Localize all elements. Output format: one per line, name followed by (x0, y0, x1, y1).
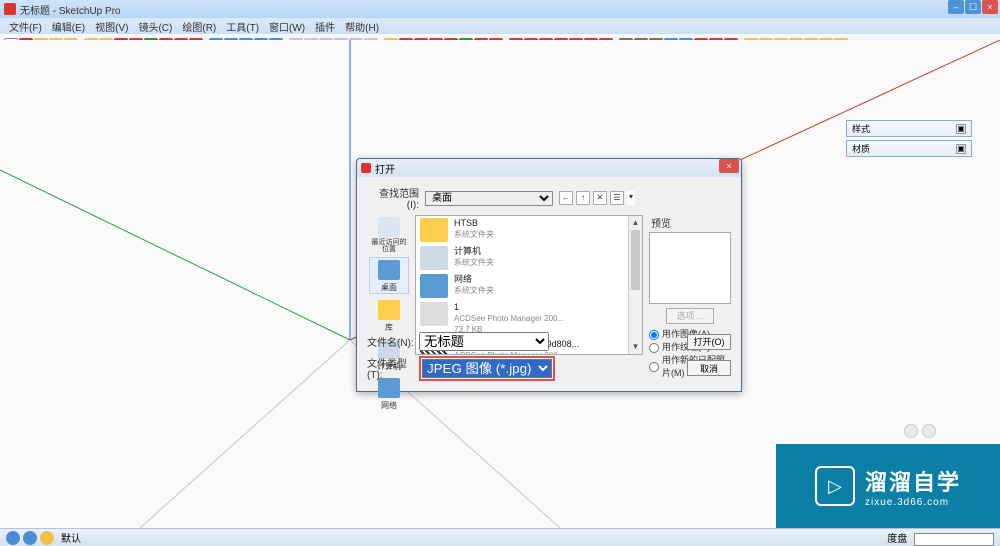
close-button[interactable]: × (982, 0, 998, 14)
filetype-label: 文件类型(T): (367, 355, 419, 381)
dialog-close-button[interactable]: × (719, 159, 739, 173)
open-button[interactable]: 打开(O) (687, 334, 731, 350)
watermark-url: zixue.3d66.com (865, 497, 961, 508)
menu-file[interactable]: 文件(F) (4, 19, 47, 34)
viewport-scroll-hint (904, 424, 944, 440)
nav-up-icon[interactable]: ↑ (576, 191, 590, 205)
panel-style-toggle-icon[interactable]: ▣ (956, 124, 966, 134)
watermark: ▷ 溜溜自学 zixue.3d66.com (776, 444, 1000, 528)
file-item: 计算机 系统文件夹 (416, 244, 642, 272)
menu-draw[interactable]: 绘图(R) (177, 19, 221, 34)
status-hint: 默认 (61, 530, 81, 545)
desktop-icon (378, 260, 400, 280)
panel-style[interactable]: 样式 ▣ (846, 120, 972, 137)
place-library[interactable]: 库 (369, 298, 409, 333)
dialog-icon (361, 163, 371, 173)
watermark-title: 溜溜自学 (865, 465, 961, 497)
status-info-icon[interactable] (6, 531, 20, 545)
nav-viewmenu-icon[interactable]: ☰ (610, 191, 624, 205)
scroll-up-icon[interactable]: ▲ (629, 216, 642, 230)
window-title: 无标题 - SketchUp Pro (20, 2, 121, 17)
menu-camera[interactable]: 镜头(C) (133, 19, 177, 34)
dialog-titlebar[interactable]: 打开 × (357, 159, 741, 177)
statusbar: 默认 度盘 (0, 528, 1000, 546)
scroll-thumb[interactable] (631, 230, 640, 290)
minimize-button[interactable]: – (948, 0, 964, 14)
measurement-label: 度盘 (887, 534, 907, 545)
preview-label: 预览 (651, 215, 731, 230)
menu-plugins[interactable]: 插件 (310, 19, 340, 34)
filename-label: 文件名(N): (367, 334, 419, 349)
filename-input[interactable]: 无标题 (419, 332, 549, 351)
nav-newfolder-icon[interactable]: ✕ (593, 191, 607, 205)
file-item: 网络 系统文件夹 (416, 272, 642, 300)
folder-icon (420, 218, 448, 242)
place-desktop[interactable]: 桌面 (369, 257, 409, 294)
file-item: HTSB 系统文件夹 (416, 216, 642, 244)
menu-view[interactable]: 视图(V) (90, 19, 133, 34)
panel-material-toggle-icon[interactable]: ▣ (956, 144, 966, 154)
status-warn-icon[interactable] (40, 531, 54, 545)
scroll-ball-icon (922, 424, 936, 438)
window-titlebar: 无标题 - SketchUp Pro – ☐ × (0, 0, 1000, 18)
cancel-button[interactable]: 取消 (687, 360, 731, 376)
lookin-label: 查找范围(I): (367, 185, 419, 211)
app-icon (4, 3, 16, 15)
place-recent[interactable]: 最近访问的位置 (369, 215, 409, 253)
filetype-highlight: JPEG 图像 (*.jpg) (419, 356, 555, 381)
scroll-ball-icon (904, 424, 918, 438)
measurement-input[interactable] (914, 533, 994, 546)
panel-material[interactable]: 材质 ▣ (846, 140, 972, 157)
dialog-title: 打开 (375, 161, 395, 176)
nav-dropdown-icon[interactable]: ▾ (627, 191, 635, 205)
status-help-icon[interactable] (23, 531, 37, 545)
recent-icon (378, 217, 400, 237)
menu-window[interactable]: 窗口(W) (264, 19, 310, 34)
maximize-button[interactable]: ☐ (965, 0, 981, 14)
menu-help[interactable]: 帮助(H) (340, 19, 384, 34)
menubar: 文件(F) 编辑(E) 视图(V) 镜头(C) 绘图(R) 工具(T) 窗口(W… (0, 18, 1000, 34)
menu-tools[interactable]: 工具(T) (221, 19, 264, 34)
nav-back-icon[interactable]: ← (559, 191, 573, 205)
network-file-icon (420, 274, 448, 298)
lookin-select[interactable]: 桌面 (425, 191, 553, 206)
filetype-select[interactable]: JPEG 图像 (*.jpg) (422, 359, 552, 378)
menu-edit[interactable]: 编辑(E) (47, 19, 90, 34)
image-file-icon (420, 302, 448, 326)
watermark-logo-icon: ▷ (815, 466, 855, 506)
preview-box (649, 232, 731, 304)
computer-file-icon (420, 246, 448, 270)
library-icon (378, 300, 400, 320)
open-dialog: 打开 × 查找范围(I): 桌面 ← ↑ ✕ ☰ ▾ 最近访问的位置 (356, 158, 742, 392)
panel-material-label: 材质 (852, 142, 870, 155)
panel-style-label: 样式 (852, 122, 870, 135)
options-button[interactable]: 选项… (666, 308, 714, 324)
side-panels: 样式 ▣ 材质 ▣ (846, 120, 972, 160)
window-buttons: – ☐ × (948, 0, 998, 14)
